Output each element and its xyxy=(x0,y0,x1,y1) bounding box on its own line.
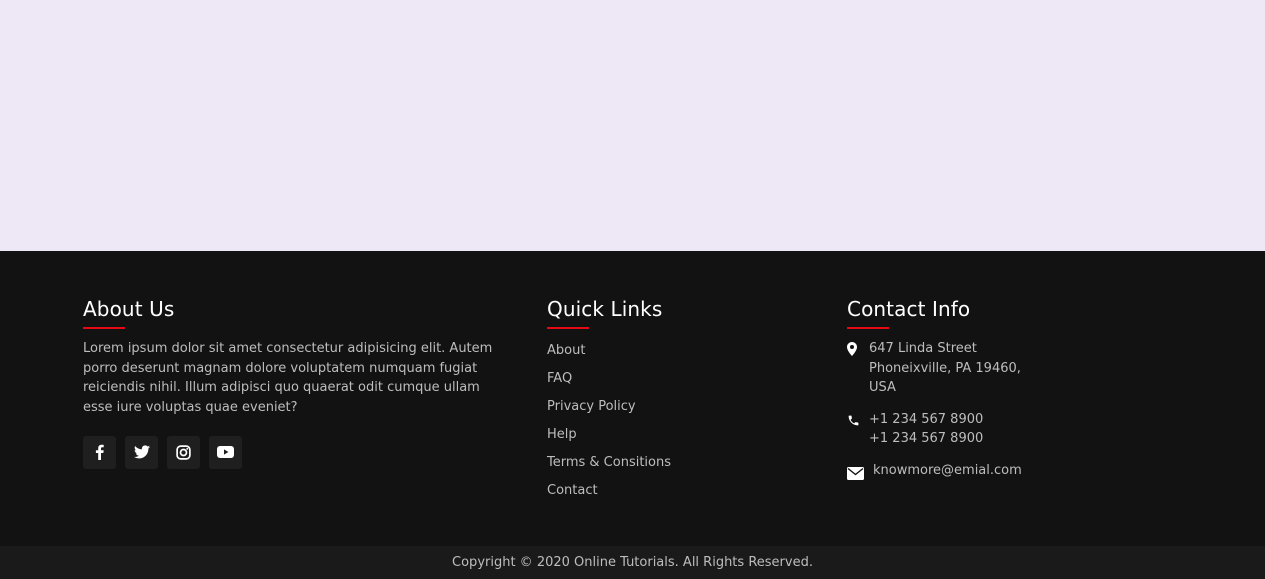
contact-heading: Contact Info xyxy=(847,297,971,321)
list-item: Privacy Policy xyxy=(547,395,787,423)
youtube-button[interactable] xyxy=(209,435,242,469)
facebook-button[interactable] xyxy=(83,435,116,469)
instagram-icon xyxy=(176,445,191,460)
contact-phone: +1 234 567 8900 +1 234 567 8900 xyxy=(847,410,1107,449)
contact-address: 647 Linda Street Phoneixville, PA 19460,… xyxy=(847,339,1107,398)
instagram-button[interactable] xyxy=(167,435,200,469)
about-text: Lorem ipsum dolor sit amet consectetur a… xyxy=(83,341,493,416)
list-item: Help xyxy=(547,423,787,451)
link-about[interactable]: About xyxy=(547,343,585,358)
map-marker-icon xyxy=(847,339,865,360)
link-terms[interactable]: Terms & Consitions xyxy=(547,455,671,470)
copyright-text: Copyright © 2020 Online Tutorials. All R… xyxy=(452,555,813,570)
phone-icon xyxy=(847,410,865,431)
quick-links-heading: Quick Links xyxy=(547,297,663,321)
phone-number[interactable]: +1 234 567 8900 xyxy=(869,429,983,449)
contact-section: Contact Info 647 Linda Street Phoneixvil… xyxy=(847,297,1107,496)
link-faq[interactable]: FAQ xyxy=(547,371,572,386)
phone-text: +1 234 567 8900 +1 234 567 8900 xyxy=(869,410,983,449)
email-link[interactable]: knowmore@emial.com xyxy=(873,461,1022,481)
list-item: FAQ xyxy=(547,367,787,395)
address-line: 647 Linda Street xyxy=(869,341,977,356)
twitter-button[interactable] xyxy=(125,435,158,469)
about-section: About Us Lorem ipsum dolor sit amet cons… xyxy=(83,297,513,469)
copyright-bar: Copyright © 2020 Online Tutorials. All R… xyxy=(0,546,1265,579)
page-content-area xyxy=(0,0,1265,251)
quick-links-list: About FAQ Privacy Policy Help Terms & Co… xyxy=(547,339,787,507)
link-help[interactable]: Help xyxy=(547,427,577,442)
address-text: 647 Linda Street Phoneixville, PA 19460,… xyxy=(869,339,1021,398)
address-line: Phoneixville, PA 19460, xyxy=(869,360,1021,376)
address-line: USA xyxy=(869,380,896,395)
phone-number[interactable]: +1 234 567 8900 xyxy=(869,410,983,430)
link-contact[interactable]: Contact xyxy=(547,483,598,498)
email-text: knowmore@emial.com xyxy=(869,461,1022,481)
contact-heading-underline xyxy=(847,327,889,329)
list-item: Terms & Consitions xyxy=(547,451,787,479)
about-heading-underline xyxy=(83,327,125,329)
quick-links-heading-underline xyxy=(547,327,589,329)
youtube-icon xyxy=(217,446,234,459)
quick-links-section: Quick Links About FAQ Privacy Policy Hel… xyxy=(547,297,787,507)
list-item: About xyxy=(547,339,787,367)
link-privacy-policy[interactable]: Privacy Policy xyxy=(547,399,636,414)
twitter-icon xyxy=(133,445,150,459)
envelope-icon xyxy=(847,461,865,484)
site-footer: About Us Lorem ipsum dolor sit amet cons… xyxy=(0,251,1265,546)
list-item: Contact xyxy=(547,479,787,507)
contact-email: knowmore@emial.com xyxy=(847,461,1107,484)
social-links xyxy=(83,435,513,469)
about-heading: About Us xyxy=(83,297,175,321)
facebook-icon xyxy=(95,445,104,461)
